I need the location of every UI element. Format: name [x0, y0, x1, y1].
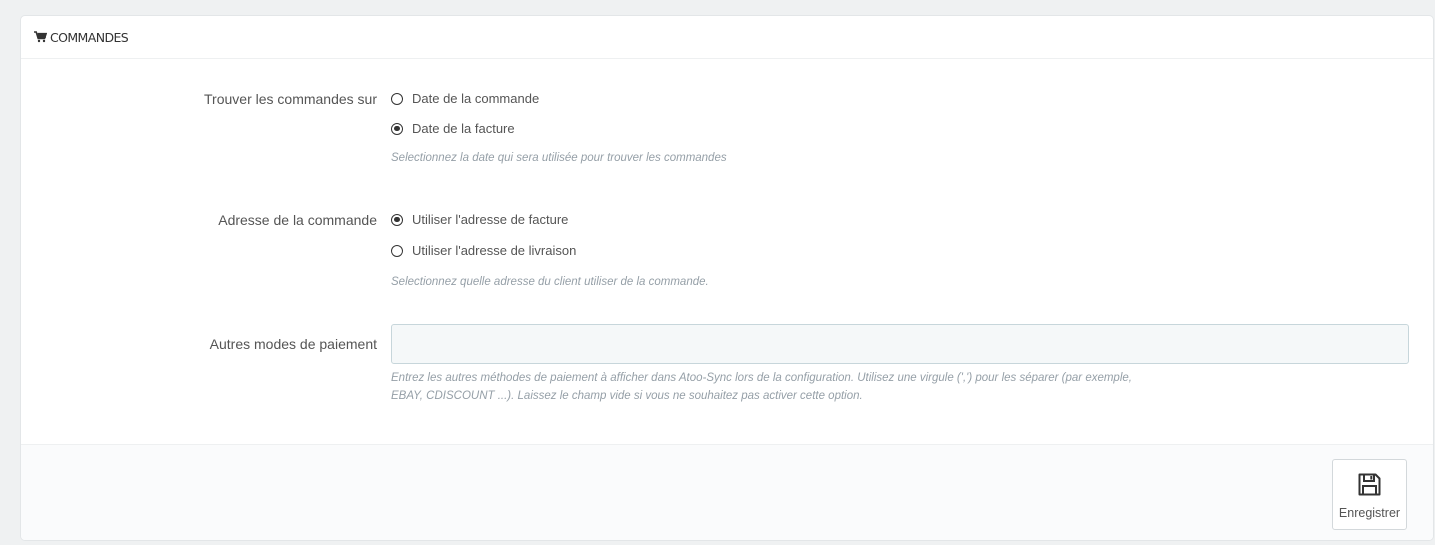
payment-modes-input[interactable] — [391, 324, 1409, 364]
radio-order-date-circle[interactable] — [391, 92, 403, 105]
panel-title: COMMANDES — [50, 29, 129, 45]
radio-invoice-address-label: Utiliser l'adresse de facture — [412, 212, 569, 227]
radio-order-date[interactable]: Date de la commande — [391, 91, 539, 106]
payment-modes-label: Autres modes de paiement — [209, 336, 377, 352]
save-button-label: Enregistrer — [1338, 506, 1401, 520]
find-orders-label: Trouver les commandes sur — [204, 91, 377, 107]
floppy-disk-icon — [1358, 473, 1381, 501]
radio-invoice-date[interactable]: Date de la facture — [391, 121, 515, 136]
order-address-label: Adresse de la commande — [218, 212, 377, 228]
orders-panel: COMMANDES Trouver les commandes sur Date… — [20, 15, 1434, 541]
order-address-help: Selectionnez quelle adresse du client ut… — [391, 276, 709, 288]
radio-invoice-address[interactable]: Utiliser l'adresse de facture — [391, 212, 568, 227]
find-orders-help: Selectionnez la date qui sera utilisée p… — [391, 152, 727, 164]
radio-delivery-address-label: Utiliser l'adresse de livraison — [412, 243, 577, 258]
radio-delivery-address-circle[interactable] — [391, 244, 403, 257]
radio-invoice-address-circle[interactable] — [391, 213, 403, 226]
radio-delivery-address[interactable]: Utiliser l'adresse de livraison — [391, 243, 576, 258]
payment-modes-help-line-2: EBAY, CDISCOUNT ...). Laissez le champ v… — [391, 390, 863, 402]
save-button[interactable]: Enregistrer — [1332, 459, 1407, 530]
radio-invoice-date-label: Date de la facture — [412, 121, 515, 136]
payment-modes-help: Entrez les autres méthodes de paiement à… — [391, 369, 1132, 405]
panel-footer: Enregistrer — [21, 444, 1433, 540]
payment-modes-help-line-1: Entrez les autres méthodes de paiement à… — [391, 372, 1132, 384]
shopping-cart-icon — [34, 31, 47, 43]
radio-invoice-date-circle[interactable] — [391, 122, 403, 135]
panel-heading: COMMANDES — [21, 16, 1433, 59]
radio-order-date-label: Date de la commande — [412, 91, 540, 106]
